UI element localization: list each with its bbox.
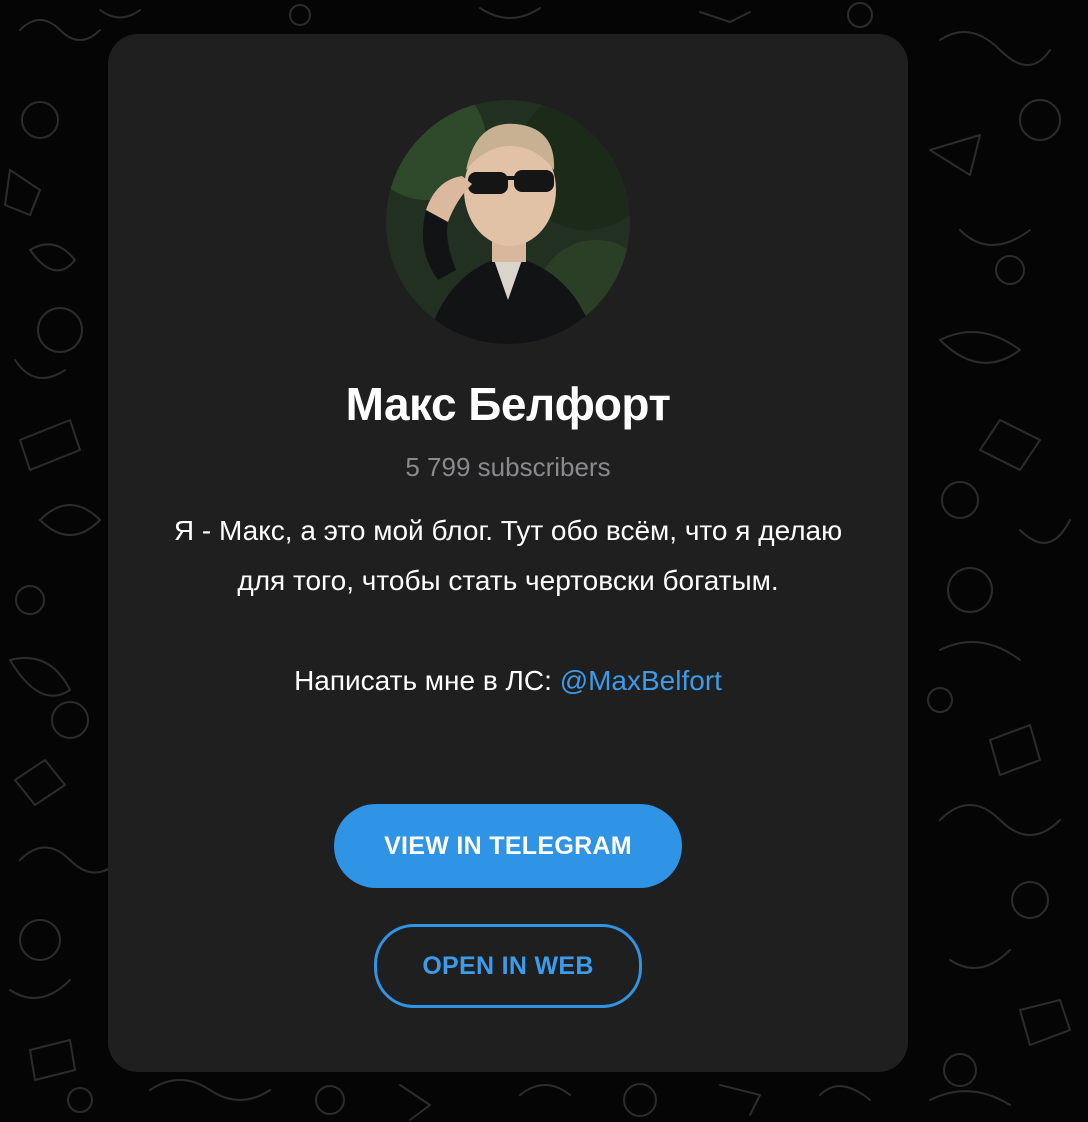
avatar-photo-icon (386, 100, 630, 344)
contact-prefix: Написать мне в ЛС: (294, 665, 560, 696)
channel-card: Макс Белфорт 5 799 subscribers Я - Макс,… (108, 34, 908, 1072)
username-mention-link[interactable]: @MaxBelfort (560, 665, 722, 696)
contact-line: Написать мне в ЛС: @MaxBelfort (168, 656, 848, 706)
view-in-telegram-button[interactable]: VIEW IN TELEGRAM (334, 804, 682, 888)
channel-title: Макс Белфорт (345, 378, 671, 430)
channel-description: Я - Макс, а это мой блог. Тут обо всём, … (168, 506, 848, 706)
subscriber-count: 5 799 subscribers (405, 452, 611, 482)
description-text: Я - Макс, а это мой блог. Тут обо всём, … (173, 515, 843, 596)
channel-avatar (386, 100, 630, 344)
open-in-web-button[interactable]: OPEN IN WEB (374, 924, 642, 1008)
